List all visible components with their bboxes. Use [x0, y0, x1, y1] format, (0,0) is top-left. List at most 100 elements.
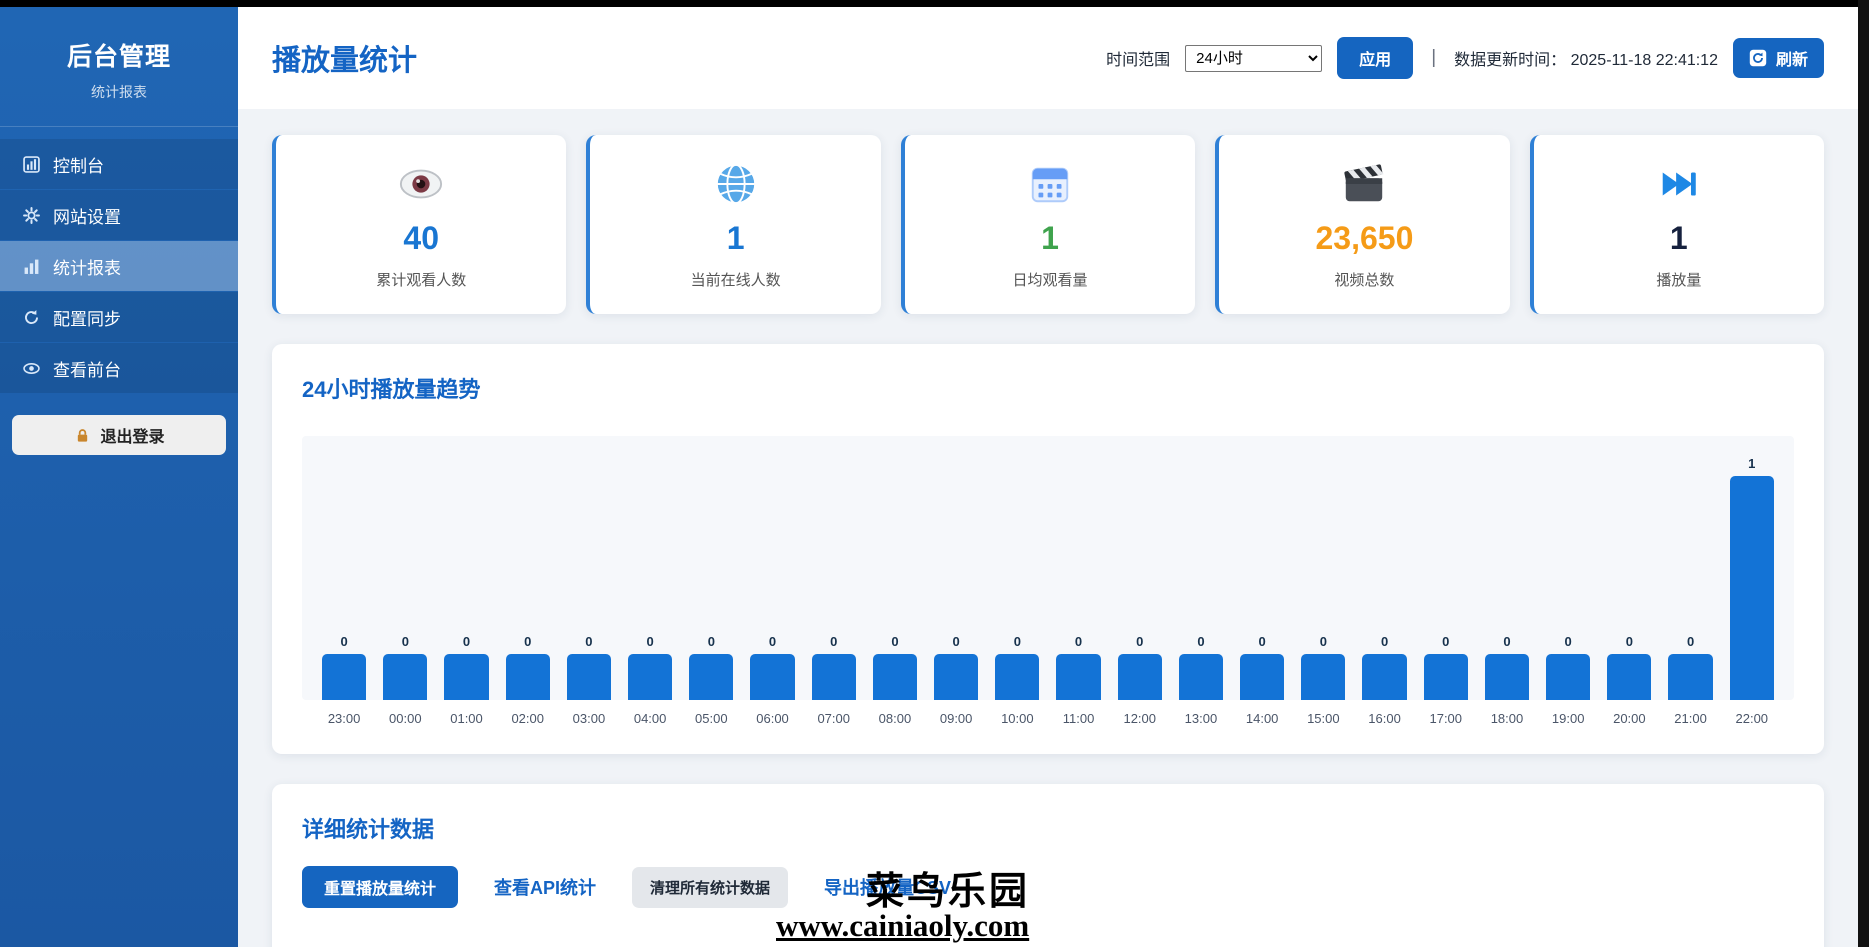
bar: [1546, 654, 1590, 700]
chart-plot-area: 000000000000000000000001: [302, 436, 1794, 700]
clapper-icon: [1341, 161, 1387, 212]
bar-value-label: 0: [1442, 634, 1449, 649]
eye-icon: [22, 359, 40, 377]
chart-bar-column: 1: [1730, 456, 1774, 700]
stat-label: 播放量: [1544, 269, 1814, 290]
x-axis-tick: 15:00: [1301, 711, 1345, 726]
chart-bar-column: 0: [995, 634, 1039, 700]
bar: [812, 654, 856, 700]
stat-label: 当前在线人数: [600, 269, 870, 290]
bar-value-label: 0: [1381, 634, 1388, 649]
time-range-label: 时间范围: [1106, 46, 1170, 70]
bar-value-label: 0: [524, 634, 531, 649]
details-panel: 详细统计数据 重置播放量统计查看API统计清理所有统计数据导出播放量CSV: [272, 784, 1824, 947]
gear-icon: [22, 206, 40, 224]
chart-bar-column: 0: [322, 634, 366, 700]
refresh-button[interactable]: 刷新: [1733, 38, 1824, 78]
x-axis-tick: 02:00: [506, 711, 550, 726]
sidebar-item-site-settings[interactable]: 网站设置: [0, 190, 238, 240]
bar-chart: 000000000000000000000001 23:0000:0001:00…: [302, 436, 1794, 726]
refresh-label: 刷新: [1776, 46, 1808, 70]
bar-value-label: 0: [1687, 634, 1694, 649]
dashboard-icon: [22, 155, 40, 173]
chart-bar-column: 0: [750, 634, 794, 700]
view-api-stats-button[interactable]: 查看API统计: [494, 874, 596, 900]
page-header: 播放量统计 时间范围 24小时 应用 | 数据更新时间： 2025-11-18 …: [238, 7, 1858, 109]
stat-card: 1 日均观看量: [901, 135, 1195, 314]
reset-play-stats-button[interactable]: 重置播放量统计: [302, 866, 458, 908]
chart-title: 24小时播放量趋势: [302, 372, 1794, 404]
sidebar-item-config-sync[interactable]: 配置同步: [0, 292, 238, 342]
time-range-select[interactable]: 24小时: [1185, 45, 1322, 72]
eye-stat-icon: [398, 161, 444, 212]
x-axis-tick: 14:00: [1240, 711, 1284, 726]
logout-button[interactable]: 退出登录: [12, 415, 226, 455]
bar: [1730, 476, 1774, 700]
x-axis-tick: 06:00: [750, 711, 794, 726]
bar-value-label: 0: [708, 634, 715, 649]
sidebar-menu: 控制台 网站设置 统计报表 配置同步 查看前台: [0, 139, 238, 393]
window-right-edge: [1858, 0, 1869, 947]
stat-label: 累计观看人数: [286, 269, 556, 290]
bar-value-label: 0: [1014, 634, 1021, 649]
x-axis-tick: 21:00: [1668, 711, 1712, 726]
bar-value-label: 0: [1626, 634, 1633, 649]
window-top-edge: [0, 0, 1869, 7]
chart-bar-column: 0: [628, 634, 672, 700]
stat-card: 23,650 视频总数: [1215, 135, 1509, 314]
x-axis-tick: 04:00: [628, 711, 672, 726]
chart-bar-column: 0: [1301, 634, 1345, 700]
details-actions-row: 重置播放量统计 查看API统计 清理所有统计数据 导出播放量CSV: [302, 866, 1794, 908]
chart-bar-column: 0: [1362, 634, 1406, 700]
sidebar-item-console[interactable]: 控制台: [0, 139, 238, 189]
bar-value-label: 0: [830, 634, 837, 649]
x-axis-tick: 05:00: [689, 711, 733, 726]
bar: [1056, 654, 1100, 700]
stats-cards-row: 40 累计观看人数 1 当前在线人数 1 日均观看量 23,650 视频总数 1…: [272, 135, 1824, 314]
bar-value-label: 0: [1565, 634, 1572, 649]
refresh-icon: [1749, 49, 1767, 67]
bar: [1607, 654, 1651, 700]
sidebar-item-reports[interactable]: 统计报表: [0, 241, 238, 291]
bar-value-label: 0: [891, 634, 898, 649]
bar: [1485, 654, 1529, 700]
apply-button[interactable]: 应用: [1337, 37, 1413, 79]
bar-value-label: 0: [585, 634, 592, 649]
bar-value-label: 0: [340, 634, 347, 649]
stat-value: 1: [1544, 221, 1814, 256]
sidebar-item-label: 配置同步: [53, 305, 121, 330]
chart-bar-column: 0: [1668, 634, 1712, 700]
sidebar-item-label: 控制台: [53, 152, 104, 177]
header-controls: 时间范围 24小时 应用 | 数据更新时间： 2025-11-18 22:41:…: [1106, 37, 1824, 79]
trend-chart-panel: 24小时播放量趋势 000000000000000000000001 23:00…: [272, 344, 1824, 754]
x-axis-tick: 01:00: [444, 711, 488, 726]
bar-value-label: 0: [1320, 634, 1327, 649]
stat-card: 1 当前在线人数: [586, 135, 880, 314]
bar-value-label: 0: [1075, 634, 1082, 649]
bar: [750, 654, 794, 700]
x-axis-tick: 00:00: [383, 711, 427, 726]
clear-all-stats-button[interactable]: 清理所有统计数据: [632, 867, 788, 908]
x-axis-tick: 20:00: [1607, 711, 1651, 726]
bar-value-label: 0: [953, 634, 960, 649]
chart-bar-column: 0: [506, 634, 550, 700]
stat-label: 日均观看量: [915, 269, 1185, 290]
x-axis-tick: 11:00: [1056, 711, 1100, 726]
bar: [322, 654, 366, 700]
x-axis-tick: 22:00: [1730, 711, 1774, 726]
bar: [1668, 654, 1712, 700]
sidebar-item-view-frontend[interactable]: 查看前台: [0, 343, 238, 393]
bar: [383, 654, 427, 700]
stat-card: 1 播放量: [1530, 135, 1824, 314]
bar-value-label: 0: [647, 634, 654, 649]
app-subtitle: 统计报表: [10, 82, 228, 102]
header-divider: |: [1431, 47, 1436, 69]
lock-icon: [73, 426, 91, 444]
chart-bar-column: 0: [1607, 634, 1651, 700]
bar: [995, 654, 1039, 700]
bar: [567, 654, 611, 700]
bar: [873, 654, 917, 700]
bar: [689, 654, 733, 700]
export-play-csv-button[interactable]: 导出播放量CSV: [824, 874, 951, 900]
bar-value-label: 0: [402, 634, 409, 649]
